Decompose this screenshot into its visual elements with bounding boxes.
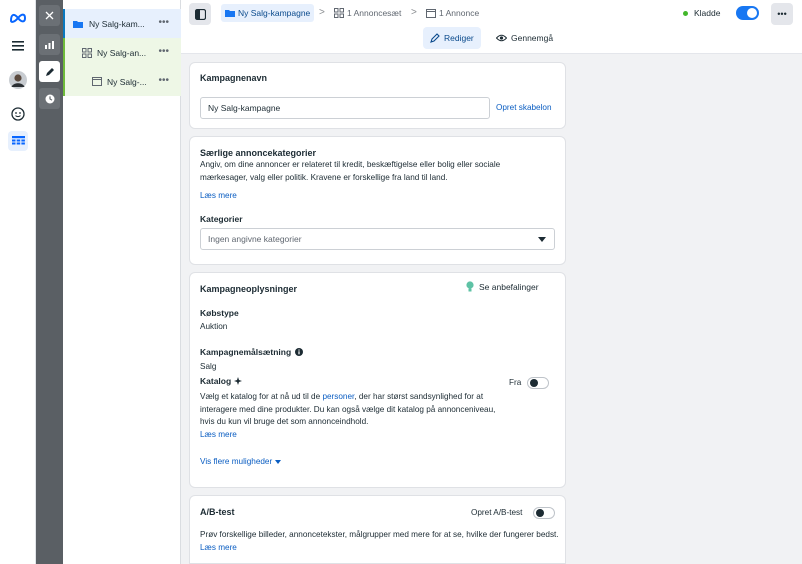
top-bar: Ny Salg-kampagne > 1 Annoncesæt > 1 Anno… [181,0,802,54]
campaign-info-heading: Kampagneoplysninger [200,284,298,294]
tree-item-label: Ny Salg-kam... [89,18,145,29]
ab-test-description-text: Prøv forskellige billeder, annoncetekste… [200,530,559,539]
objective-label-row: Kampagnemålsætning [200,347,304,357]
show-more-options-button[interactable]: Vis flere muligheder [200,457,282,466]
campaign-name-card: Kampagnenavn Ny Salg-kampagne Opret skab… [189,62,566,129]
breadcrumb-separator: > [411,7,417,18]
tree-item-adset[interactable]: Ny Salg-an... ••• [63,38,181,67]
see-recommendations-button[interactable]: Se anbefalinger [466,281,539,292]
buy-type-value: Auktion [200,322,228,331]
adset-grid-icon [82,47,92,58]
breadcrumb-ad-label: 1 Annonce [439,8,480,18]
avatar[interactable] [8,70,28,90]
ab-test-description: Prøv forskellige billeder, annoncetekste… [200,529,560,554]
toggle-panel-button[interactable] [189,3,211,25]
smiley-icon[interactable] [8,104,28,124]
ab-test-toggle[interactable] [533,507,555,519]
categories-dropdown[interactable]: Ingen angivne kategorier [200,228,555,250]
campaign-name-heading: Kampagnenavn [200,73,268,83]
breadcrumb-campaign[interactable]: Ny Salg-kampagne [221,4,315,22]
edit-mode-label: Rediger [444,33,474,43]
folder-icon [225,10,235,17]
close-icon[interactable] [39,5,60,26]
lightbulb-icon [466,281,474,292]
special-categories-heading: Særlige annoncekategorier [200,148,317,158]
app-rail [0,0,36,564]
more-options-button[interactable]: ••• [771,3,793,25]
meta-logo-icon[interactable] [8,8,28,28]
sidebar-toggle-icon [194,8,206,20]
folder-icon [73,20,83,28]
show-more-options-label: Vis flere muligheder [200,457,273,466]
buy-type-label: Købstype [200,308,239,318]
tool-strip [36,0,63,564]
more-options-icon[interactable]: ••• [158,46,169,57]
edit-mode-button[interactable]: Rediger [423,27,481,49]
breadcrumb-separator: > [319,7,325,18]
bar-chart-icon[interactable] [39,34,60,55]
ab-test-heading: A/B-test [200,507,235,517]
catalog-toggle-label: Fra [509,378,522,387]
status-dot-icon [683,10,688,16]
ab-test-card: A/B-test Opret A/B-test Prøv forskellige… [189,495,566,564]
tree-item-campaign[interactable]: Ny Salg-kam... ••• [63,9,181,38]
status-label: Kladde [694,8,721,18]
create-template-link[interactable]: Opret skabelon [496,102,552,115]
catalog-label-row: Katalog [200,376,243,386]
people-link[interactable]: personer [322,392,354,401]
tree-item-label: Ny Salg-an... [97,47,147,58]
learn-more-link[interactable]: Læs mere [200,190,237,203]
caret-down-icon [538,237,546,242]
review-mode-label: Gennemgå [511,33,554,43]
catalog-description: Vælg et katalog for at nå ud til de pers… [200,391,510,429]
objective-label: Kampagnemålsætning [200,347,292,357]
breadcrumb-adset-label: 1 Annoncesæt [347,8,402,18]
campaign-tree: Ny Salg-kam... ••• Ny Salg-an... ••• Ny … [63,0,181,564]
campaign-on-off-toggle[interactable] [736,6,759,20]
status-badge: Kladde [683,8,720,18]
more-options-icon[interactable]: ••• [158,75,169,86]
tree-item-label: Ny Salg-... [107,76,147,87]
catalog-description-text: Vælg et katalog for at nå ud til de [200,392,323,401]
review-mode-button[interactable]: Gennemgå [489,27,560,49]
catalog-label: Katalog [200,376,232,386]
breadcrumb-ad[interactable]: 1 Annonce [426,4,479,22]
eye-icon [496,34,507,42]
see-recommendations-label: Se anbefalinger [479,281,539,292]
tree-item-ad[interactable]: Ny Salg-... ••• [63,67,181,96]
sparkle-icon [234,377,243,385]
objective-value: Salg [200,362,217,371]
clock-icon[interactable] [39,88,60,109]
categories-label: Kategorier [200,214,243,224]
breadcrumb-campaign-label: Ny Salg-kampagne [238,8,311,18]
caret-down-icon [275,459,282,464]
categories-placeholder: Ingen angivne kategorier [208,234,302,244]
info-icon[interactable] [295,348,304,356]
ads-manager-table-icon[interactable] [8,131,28,151]
ad-icon [426,8,436,18]
catalog-toggle[interactable] [527,377,549,389]
pencil-icon[interactable] [39,61,60,82]
menu-icon[interactable] [8,36,28,56]
pencil-icon [430,33,440,43]
special-categories-description: Angiv, om dine annoncer er relateret til… [200,160,501,182]
special-categories-card: Særlige annoncekategorier Angiv, om dine… [189,136,566,265]
campaign-name-input[interactable]: Ny Salg-kampagne [200,97,490,119]
create-ab-test-label: Opret A/B-test [471,508,523,517]
ad-icon [92,77,102,86]
learn-more-link[interactable]: Læs mere [200,543,237,552]
breadcrumb-adset[interactable]: 1 Annoncesæt [334,4,401,22]
adset-grid-icon [334,8,344,18]
more-options-icon[interactable]: ••• [158,17,169,28]
learn-more-link[interactable]: Læs mere [200,429,237,442]
campaign-info-card: Kampagneoplysninger Se anbefalinger Købs… [189,272,566,488]
